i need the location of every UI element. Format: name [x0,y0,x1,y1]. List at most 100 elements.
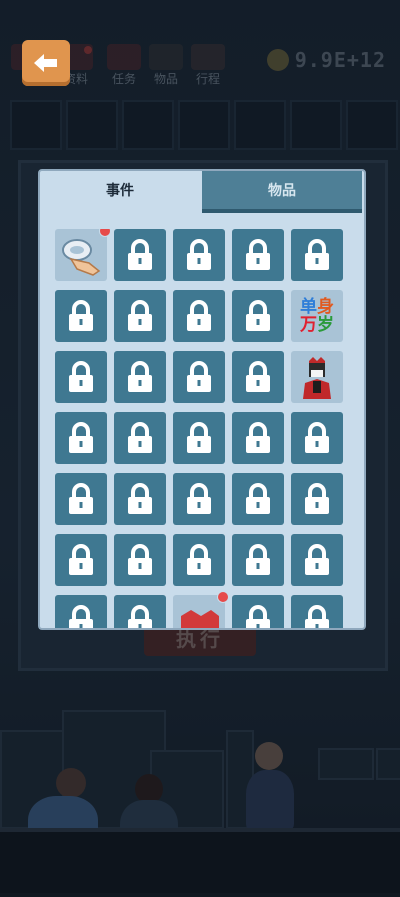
lock-icon-wrap [242,604,274,628]
lock-icon-wrap [124,238,156,272]
locked-cell[interactable] [173,290,225,342]
notification-badge [99,229,111,237]
hud-label: 行程 [195,72,220,86]
lock-icon-wrap [301,238,333,272]
money-value: 9.9E+12 [294,48,386,72]
back-button[interactable] [22,40,70,86]
lock-icon-wrap [65,299,97,333]
lock-icon-wrap [242,299,274,333]
unlocked-cell[interactable]: 单身 万岁 [291,290,343,342]
locked-cell[interactable] [232,412,284,464]
slot[interactable] [178,100,230,150]
locked-cell[interactable] [291,229,343,281]
locked-cell[interactable] [55,412,107,464]
locked-cell[interactable] [114,595,166,628]
collection-dialog: 事件 物品 单身 万岁 [38,169,366,630]
lock-icon-wrap [183,238,215,272]
locked-cell[interactable] [114,412,166,464]
hud-button-schedule[interactable]: 行程 [188,44,228,86]
locked-cell[interactable] [291,412,343,464]
bar-counter [0,828,400,897]
text-icon-char: 岁 [317,315,334,335]
locked-cell[interactable] [114,351,166,403]
lock-icon [187,300,211,331]
lock-icon-wrap [124,604,156,628]
locked-cell[interactable] [55,290,107,342]
locked-cell[interactable] [173,412,225,464]
locked-cell[interactable] [232,595,284,628]
tab-events[interactable]: 事件 [40,171,200,211]
hud-label: 任务 [111,72,136,86]
unlocked-cell[interactable] [173,591,229,628]
locked-cell[interactable] [55,351,107,403]
bartender [246,770,294,830]
locked-cell[interactable] [55,473,107,525]
unlocked-cell[interactable] [291,351,343,403]
slot[interactable] [290,100,342,150]
lock-icon [128,544,152,575]
red-item-icon [181,610,219,628]
text-icon-char: 万 [300,315,317,335]
locked-cell[interactable] [232,290,284,342]
slot[interactable] [66,100,118,150]
lock-icon-wrap [301,482,333,516]
locked-cell[interactable] [291,595,343,628]
lock-icon [69,300,93,331]
lock-icon [187,422,211,453]
locked-cell[interactable] [291,473,343,525]
lock-icon [187,361,211,392]
lock-icon-wrap [242,238,274,272]
locked-cell[interactable] [114,290,166,342]
locked-cell[interactable] [114,534,166,586]
locked-cell[interactable] [173,534,225,586]
slot[interactable] [122,100,174,150]
hud-button-tasks[interactable]: 任务 [104,44,144,86]
lock-icon [128,483,152,514]
locked-cell[interactable] [232,473,284,525]
locked-cell[interactable] [173,473,225,525]
locked-cell[interactable] [232,229,284,281]
locked-cell[interactable] [173,351,225,403]
calendar-icon [191,44,225,70]
slot[interactable] [234,100,286,150]
locked-cell[interactable] [55,534,107,586]
hud-button-items[interactable]: 物品 [146,44,186,86]
lock-icon-wrap [242,360,274,394]
tab-items[interactable]: 物品 [202,171,362,213]
lock-icon [128,300,152,331]
lock-icon-wrap [65,421,97,455]
lock-icon-wrap [183,360,215,394]
locked-cell[interactable] [114,229,166,281]
slot[interactable] [10,100,62,150]
lock-icon [305,483,329,514]
locked-cell[interactable] [55,595,107,628]
lock-icon-wrap [242,421,274,455]
lock-icon-wrap [301,543,333,577]
lock-icon-wrap [65,482,97,516]
lock-icon-wrap [124,421,156,455]
locked-cell[interactable] [173,229,225,281]
coin-icon [266,49,289,71]
wall-picture [318,748,374,780]
heart-icon [107,44,141,70]
bar-scene [0,700,400,897]
chart-icon [149,44,183,70]
lock-icon [305,422,329,453]
lock-icon-wrap [183,299,215,333]
locked-cell[interactable] [232,351,284,403]
lock-icon [305,239,329,270]
lock-icon-wrap [65,604,97,628]
locked-cell[interactable] [232,534,284,586]
locked-cell[interactable] [291,534,343,586]
lock-icon [246,605,270,628]
money-display: 9.9E+12 [266,48,386,72]
locked-cell[interactable] [114,473,166,525]
lock-icon [246,300,270,331]
unlocked-cell[interactable] [55,229,111,281]
slot[interactable] [346,100,398,150]
text-icon-char: 身 [317,297,334,317]
lock-icon-wrap [301,604,333,628]
lock-icon [69,483,93,514]
lock-icon-wrap [124,360,156,394]
lock-icon [246,239,270,270]
